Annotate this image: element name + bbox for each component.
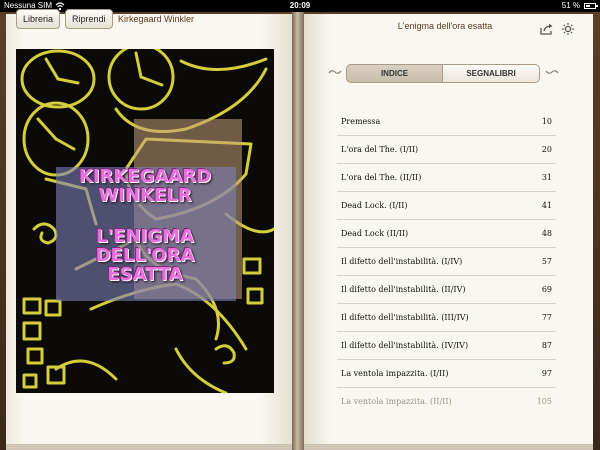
toc-row[interactable]: Premessa 10 bbox=[337, 108, 556, 136]
battery-percent: 51 % bbox=[561, 1, 580, 10]
toc-page-number: 20 bbox=[541, 145, 552, 154]
toc-page-number: 87 bbox=[541, 341, 552, 350]
toc-row[interactable]: Il difetto dell'instabilità. (III/IV) 77 bbox=[337, 304, 556, 332]
toc-chapter-title: L'ora del The. (I/II) bbox=[341, 145, 419, 154]
toc-page-number: 105 bbox=[536, 397, 552, 406]
toc-row[interactable]: L'ora del The. (II/II) 31 bbox=[337, 164, 556, 192]
toc-row[interactable]: Il difetto dell'instabilità. (IV/IV) 87 bbox=[337, 332, 556, 360]
toc-row[interactable]: La ventola impazzita. (II/II) 105 bbox=[337, 388, 556, 415]
toc-chapter-title: L'ora del The. (II/II) bbox=[341, 173, 422, 182]
toc-page-number: 97 bbox=[541, 369, 552, 378]
toc-chapter-title: La ventola impazzita. (I/II) bbox=[341, 369, 449, 378]
toc-page-number: 41 bbox=[541, 201, 552, 210]
left-page-edges bbox=[6, 444, 292, 450]
book-spine bbox=[292, 12, 304, 450]
toc-chapter-title: Il difetto dell'instabilità. (III/IV) bbox=[341, 313, 469, 322]
toc-row[interactable]: La ventola impazzita. (I/II) 97 bbox=[337, 360, 556, 388]
share-icon[interactable] bbox=[540, 23, 554, 35]
cover-title-line: ESATTA bbox=[107, 264, 183, 285]
tab-bookmarks[interactable]: SEGNALIBRI bbox=[442, 64, 540, 83]
brightness-icon[interactable] bbox=[561, 23, 575, 35]
table-of-contents: Premessa 10 L'ora del The. (I/II) 20 L'ora d… bbox=[337, 108, 556, 415]
toc-chapter-title: Dead Lock. (I/II) bbox=[341, 201, 408, 210]
ornament-left-icon bbox=[328, 70, 342, 74]
battery-nub bbox=[596, 5, 598, 7]
cover-title-line: L'ENIGMA bbox=[96, 226, 194, 247]
toc-chapter-title: Dead Lock (II/II) bbox=[341, 229, 409, 238]
cover-title-line: DELL'ORA bbox=[95, 245, 195, 266]
toc-chapter-title: Il difetto dell'instabilità. (II/IV) bbox=[341, 285, 466, 294]
toc-segmented-control: INDICE SEGNALIBRI bbox=[346, 64, 540, 83]
resume-button[interactable]: Riprendi bbox=[65, 9, 113, 29]
cover-author-line: WINKELR bbox=[98, 185, 192, 206]
cover-title: L'ENIGMA DELL'ORA ESATTA bbox=[16, 227, 274, 284]
toc-row[interactable]: Dead Lock (II/II) 48 bbox=[337, 220, 556, 248]
toc-page-number: 48 bbox=[541, 229, 552, 238]
book-title: L'enigma dell'ora esatta bbox=[397, 21, 493, 31]
battery-level bbox=[586, 5, 591, 7]
author-name: Kirkegaard Winkler bbox=[118, 14, 195, 24]
cover-author-line: KIRKEGAARD bbox=[78, 166, 212, 187]
toc-page-number: 69 bbox=[541, 285, 552, 294]
cover-illustration bbox=[20, 49, 274, 393]
toc-chapter-title: Il difetto dell'instabilità. (I/IV) bbox=[341, 257, 463, 266]
right-page-edges bbox=[304, 444, 593, 450]
toc-page-number: 10 bbox=[541, 117, 552, 126]
toc-chapter-title: Premessa bbox=[341, 117, 381, 126]
toc-row[interactable]: Il difetto dell'instabilità. (II/IV) 69 bbox=[337, 276, 556, 304]
toc-page-number: 31 bbox=[541, 173, 552, 182]
library-button[interactable]: Libreria bbox=[16, 9, 61, 29]
tab-index[interactable]: INDICE bbox=[346, 64, 443, 83]
battery-icon bbox=[584, 3, 598, 9]
cover-author: KIRKEGAARD WINKELR bbox=[16, 167, 274, 205]
toc-chapter-title: La ventola impazzita. (II/II) bbox=[341, 397, 452, 406]
ibooks-screen: Nessuna SIM 20:09 51 % Libreria Riprendi… bbox=[0, 0, 600, 450]
toc-page-number: 77 bbox=[541, 313, 552, 322]
toc-chapter-title: Il difetto dell'instabilità. (IV/IV) bbox=[341, 341, 469, 350]
toc-row[interactable]: L'ora del The. (I/II) 20 bbox=[337, 136, 556, 164]
book-cover[interactable]: KIRKEGAARD WINKELR L'ENIGMA DELL'ORA ESA… bbox=[16, 49, 274, 393]
toc-row[interactable]: Dead Lock. (I/II) 41 bbox=[337, 192, 556, 220]
toc-page-number: 57 bbox=[541, 257, 552, 266]
ornament-right-icon bbox=[545, 70, 559, 74]
toc-row[interactable]: Il difetto dell'instabilità. (I/IV) 57 bbox=[337, 248, 556, 276]
